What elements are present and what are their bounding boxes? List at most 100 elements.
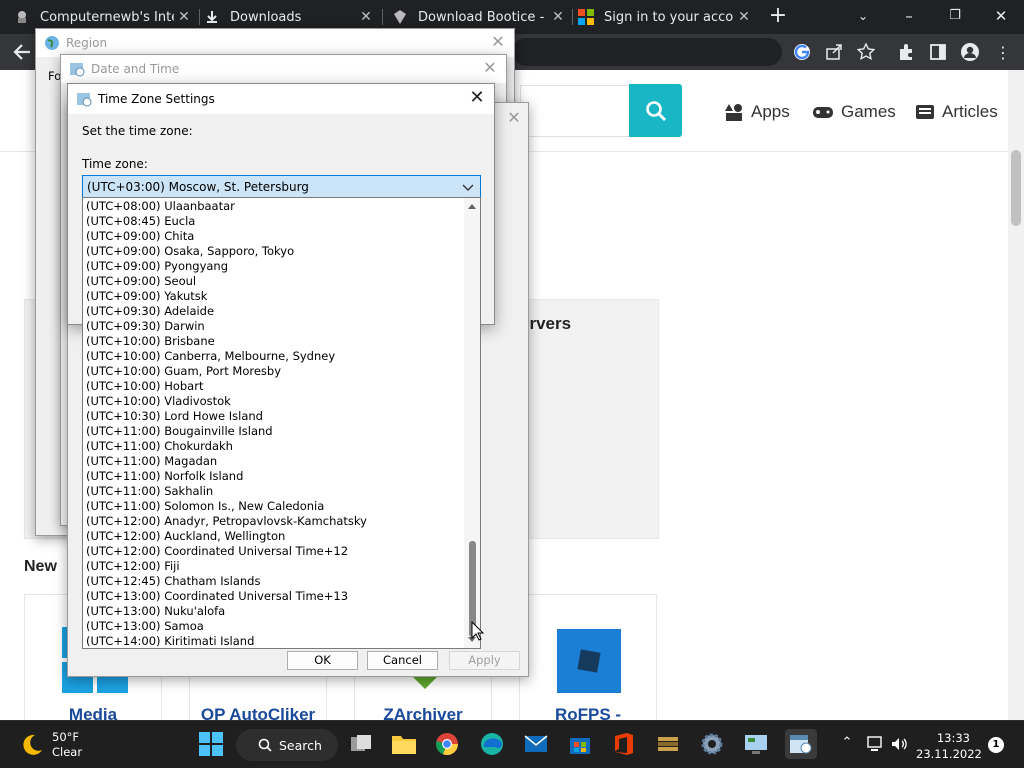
time-zone-option[interactable]: (UTC+10:00) Brisbane bbox=[83, 334, 465, 349]
time-zone-option[interactable]: (UTC+09:30) Adelaide bbox=[83, 304, 465, 319]
nav-apps-label: Apps bbox=[751, 102, 790, 121]
tab-sign-in[interactable]: Sign in to your account ✕ bbox=[578, 0, 754, 34]
date-time-app-icon[interactable] bbox=[785, 729, 817, 759]
date-time-close-button[interactable]: ✕ bbox=[480, 59, 500, 79]
time-zone-option[interactable]: (UTC+11:00) Chokurdakh bbox=[83, 439, 465, 454]
tab-close-icon[interactable]: ✕ bbox=[734, 9, 754, 25]
side-panel-icon[interactable] bbox=[928, 42, 948, 62]
time-zone-option[interactable]: (UTC+14:00) Kiritimati Island bbox=[83, 634, 465, 648]
system-clock[interactable]: 13:33 23.11.2022 bbox=[916, 730, 982, 762]
clock-time: 13:33 bbox=[936, 731, 970, 745]
tab-close-icon[interactable]: ✕ bbox=[174, 9, 194, 25]
rofps-logo-icon bbox=[557, 629, 621, 693]
weather-widget[interactable]: 50°F Clear bbox=[20, 730, 82, 760]
bookmark-star-icon[interactable] bbox=[856, 42, 876, 62]
time-zone-option[interactable]: (UTC+12:45) Chatham Islands bbox=[83, 574, 465, 589]
time-zone-option[interactable]: (UTC+12:00) Coordinated Universal Time+1… bbox=[83, 544, 465, 559]
time-zone-option[interactable]: (UTC+13:00) Nuku'alofa bbox=[83, 604, 465, 619]
panel-close-icon[interactable]: ✕ bbox=[506, 109, 522, 127]
time-zone-close-button[interactable]: ✕ bbox=[466, 88, 488, 110]
time-zone-option[interactable]: (UTC+13:00) Samoa bbox=[83, 619, 465, 634]
calendar-clock-icon bbox=[70, 63, 85, 77]
share-icon[interactable] bbox=[824, 42, 844, 62]
time-zone-options-list[interactable]: (UTC+08:00) Ulaanbaatar (UTC+08:45) Eucla… bbox=[82, 197, 481, 649]
file-explorer-icon[interactable] bbox=[389, 729, 419, 759]
back-arrow-icon[interactable] bbox=[10, 40, 34, 64]
address-bar[interactable] bbox=[512, 38, 782, 66]
minimize-button[interactable]: – bbox=[886, 0, 932, 34]
scroll-up-arrow-icon[interactable] bbox=[464, 200, 480, 212]
time-zone-option[interactable]: (UTC+12:00) Auckland, Wellington bbox=[83, 529, 465, 544]
time-zone-option[interactable]: (UTC+09:30) Darwin bbox=[83, 319, 465, 334]
newspaper-icon bbox=[916, 105, 934, 119]
store-icon[interactable] bbox=[565, 729, 595, 759]
time-zone-dropdown[interactable]: (UTC+03:00) Moscow, St. Petersburg bbox=[82, 175, 481, 198]
time-zone-option[interactable]: (UTC+12:00) Fiji bbox=[83, 559, 465, 574]
nav-apps[interactable]: Apps bbox=[724, 100, 790, 124]
time-zone-option[interactable]: (UTC+11:00) Solomon Is., New Caledonia bbox=[83, 499, 465, 514]
microsoft-logo-icon bbox=[578, 9, 594, 25]
tab-title: Sign in to your account bbox=[604, 9, 734, 25]
mail-icon[interactable] bbox=[521, 729, 551, 759]
nav-games[interactable]: Games bbox=[812, 100, 896, 124]
archive-app-icon[interactable] bbox=[653, 729, 683, 759]
moon-icon bbox=[23, 734, 42, 755]
network-icon[interactable] bbox=[866, 735, 884, 753]
time-zone-title: Time Zone Settings bbox=[98, 92, 215, 106]
settings-gear-icon[interactable] bbox=[697, 729, 727, 759]
ok-button[interactable]: OK bbox=[287, 651, 358, 670]
shapes-icon bbox=[725, 104, 742, 121]
time-zone-option[interactable]: (UTC+11:00) Norfolk Island bbox=[83, 469, 465, 484]
time-zone-option[interactable]: (UTC+11:00) Magadan bbox=[83, 454, 465, 469]
search-button[interactable] bbox=[629, 84, 682, 137]
time-zone-option[interactable]: (UTC+10:00) Hobart bbox=[83, 379, 465, 394]
task-view-icon[interactable] bbox=[346, 729, 376, 759]
extensions-icon[interactable] bbox=[896, 42, 916, 62]
time-zone-option[interactable]: (UTC+10:00) Vladivostok bbox=[83, 394, 465, 409]
notification-badge[interactable]: 1 bbox=[988, 737, 1004, 753]
time-zone-option[interactable]: (UTC+12:00) Anadyr, Petropavlovsk-Kamcha… bbox=[83, 514, 465, 529]
nav-articles[interactable]: Articles bbox=[915, 100, 998, 124]
time-zone-option[interactable]: (UTC+13:00) Coordinated Universal Time+1… bbox=[83, 589, 465, 604]
time-zone-option[interactable]: (UTC+10:30) Lord Howe Island bbox=[83, 409, 465, 424]
office-icon[interactable] bbox=[609, 729, 639, 759]
control-panel-icon[interactable] bbox=[741, 729, 771, 759]
app-card-rofps[interactable]: RoFPS - bbox=[519, 594, 657, 724]
region-close-button[interactable]: ✕ bbox=[488, 33, 508, 53]
time-zone-option[interactable]: (UTC+10:00) Canberra, Melbourne, Sydney bbox=[83, 349, 465, 364]
chevron-up-icon[interactable]: ⌃ bbox=[838, 735, 856, 753]
time-zone-option[interactable]: (UTC+11:00) Bougainville Island bbox=[83, 424, 465, 439]
new-tab-button[interactable]: + bbox=[765, 4, 791, 30]
time-zone-option[interactable]: (UTC+09:00) Pyongyang bbox=[83, 259, 465, 274]
close-window-button[interactable]: ✕ bbox=[978, 0, 1024, 34]
cancel-button[interactable]: Cancel bbox=[367, 651, 438, 670]
site-search-input[interactable] bbox=[520, 85, 630, 137]
start-button[interactable] bbox=[196, 729, 226, 759]
time-zone-field-label: Time zone: bbox=[82, 157, 148, 171]
time-zone-option[interactable]: (UTC+09:00) Yakutsk bbox=[83, 289, 465, 304]
date-time-title: Date and Time bbox=[91, 62, 180, 76]
maximize-button[interactable]: ❐ bbox=[932, 0, 978, 34]
edge-icon[interactable] bbox=[477, 729, 507, 759]
search-icon bbox=[645, 100, 666, 121]
time-zone-option[interactable]: (UTC+09:00) Seoul bbox=[83, 274, 465, 289]
apply-button[interactable]: Apply bbox=[449, 651, 520, 670]
calendar-clock-icon bbox=[77, 93, 92, 107]
profile-icon[interactable] bbox=[960, 42, 980, 62]
time-zone-option[interactable]: (UTC+09:00) Osaka, Sapporo, Tokyo bbox=[83, 244, 465, 259]
tab-close-icon[interactable]: ✕ bbox=[356, 9, 376, 25]
time-zone-option[interactable]: (UTC+08:00) Ulaanbaatar bbox=[83, 199, 465, 214]
tab-close-icon[interactable]: ✕ bbox=[548, 9, 568, 25]
time-zone-option[interactable]: (UTC+11:00) Sakhalin bbox=[83, 484, 465, 499]
tab-search-button[interactable]: ⌄ bbox=[840, 0, 886, 34]
menu-kebab-icon[interactable]: ⋮ bbox=[993, 42, 1013, 62]
time-zone-option[interactable]: (UTC+08:45) Eucla bbox=[83, 214, 465, 229]
taskbar-search-button[interactable]: Search bbox=[236, 729, 338, 761]
page-scrollbar-thumb[interactable] bbox=[1011, 150, 1021, 226]
time-zone-option[interactable]: (UTC+10:00) Guam, Port Moresby bbox=[83, 364, 465, 379]
google-icon[interactable] bbox=[792, 42, 812, 62]
volume-icon[interactable] bbox=[890, 735, 908, 753]
time-zone-options: (UTC+08:00) Ulaanbaatar (UTC+08:45) Eucla… bbox=[83, 199, 465, 648]
time-zone-option[interactable]: (UTC+09:00) Chita bbox=[83, 229, 465, 244]
chrome-icon[interactable] bbox=[432, 729, 462, 759]
